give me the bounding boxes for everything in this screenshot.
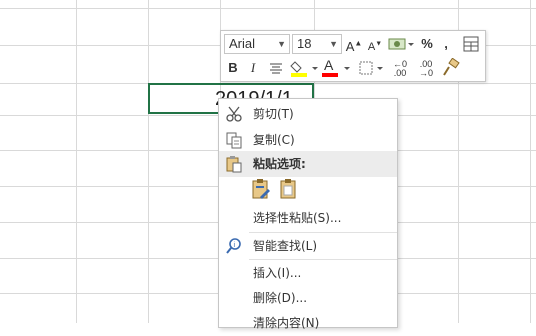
format-table-button[interactable] (461, 34, 481, 54)
number-format-button[interactable] (387, 34, 415, 54)
menu-item-delete[interactable]: 删除(D)... (219, 285, 397, 311)
font-size-value: 18 (297, 36, 312, 51)
format-painter-button[interactable] (441, 58, 461, 78)
increase-decimal-icon: ←0.00 (392, 59, 407, 78)
menu-item-label: 剪切(T) (253, 107, 294, 121)
decrease-decimal-button[interactable]: .00 →0 (415, 58, 437, 78)
increase-font-icon: A▲ (345, 39, 363, 55)
italic-button[interactable]: I (245, 58, 261, 78)
menu-item-smart-lookup[interactable]: i 智能查找(L) (219, 233, 397, 259)
decrease-font-icon: A▼ (367, 40, 383, 53)
chevron-down-icon: ▼ (329, 39, 338, 49)
menu-item-label: 删除(D)... (253, 291, 308, 305)
chevron-down-icon: ▼ (277, 39, 286, 49)
menu-item-cut[interactable]: 剪切(T) (219, 101, 397, 127)
align-center-icon (270, 63, 282, 74)
svg-text:i: i (234, 242, 236, 249)
scissors-icon (226, 106, 242, 122)
toolbar-row-2: B I A ←0 .00 .00 →0 (221, 57, 485, 81)
menu-item-label: 选择性粘贴(S)... (253, 211, 342, 225)
increase-decimal-button[interactable]: ←0.00 (389, 58, 411, 78)
currency-format-icon (388, 38, 414, 50)
menu-item-label: 插入(I)... (253, 266, 302, 280)
format-painter-icon (443, 58, 460, 76)
decrease-decimal-icon: .00 →0 (418, 59, 433, 78)
paste-keep-formatting-icon[interactable] (251, 178, 271, 200)
menu-header-label: 粘贴选项: (253, 157, 306, 171)
font-name-combo[interactable]: Arial ▼ (224, 34, 290, 54)
toolbar-row-1: Arial ▼ 18 ▼ A▲ A▼ % , (221, 33, 485, 57)
borders-icon (359, 61, 383, 75)
decrease-font-size-button[interactable]: A▼ (366, 34, 384, 54)
font-color-icon: A (324, 57, 334, 73)
menu-item-insert[interactable]: 插入(I)... (219, 260, 397, 286)
paste-icon (226, 156, 242, 173)
fill-color-button[interactable] (289, 58, 319, 78)
menu-item-label: 智能查找(L) (253, 239, 318, 253)
menu-item-copy[interactable]: 复制(C) (219, 127, 397, 153)
increase-font-size-button[interactable]: A▲ (345, 34, 363, 54)
grid-line (530, 0, 531, 323)
menu-header-paste-options: 粘贴选项: (219, 151, 397, 177)
font-size-combo[interactable]: 18 ▼ (292, 34, 342, 54)
context-menu: 剪切(T) 复制(C) 粘贴选项: 选择性粘贴(S)... i 智能查找(L) … (218, 98, 398, 330)
table-format-icon (463, 36, 479, 52)
bold-button[interactable]: B (225, 58, 241, 78)
smart-lookup-icon: i (226, 238, 241, 254)
mini-toolbar: Arial ▼ 18 ▼ A▲ A▼ % , B I A ←0 .00 .00 … (220, 30, 486, 82)
percent-style-button[interactable]: % (419, 34, 435, 54)
menu-item-paste-special[interactable]: 选择性粘贴(S)... (219, 205, 397, 231)
grid-line (148, 0, 149, 323)
paste-values-icon[interactable] (279, 178, 299, 200)
align-center-button[interactable] (267, 58, 285, 78)
borders-button[interactable] (357, 58, 385, 78)
grid-line (76, 0, 77, 323)
menu-item-label: 复制(C) (253, 133, 295, 147)
copy-icon (226, 132, 242, 149)
paint-bucket-icon (290, 61, 318, 77)
font-color-button[interactable]: A (321, 57, 351, 78)
comma-style-button[interactable]: , (439, 34, 453, 54)
grid-line (0, 8, 536, 9)
font-name-value: Arial (229, 36, 256, 51)
menu-item-label: 清除内容(N) (253, 316, 320, 330)
menu-item-clear-contents[interactable]: 清除内容(N) (219, 310, 397, 336)
